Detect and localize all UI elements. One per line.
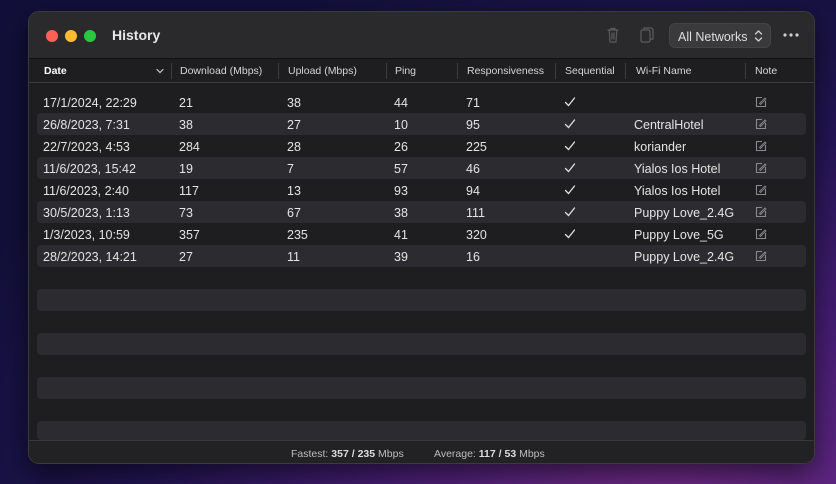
cell-ping: 38 <box>394 206 408 220</box>
cell-date: 17/1/2024, 22:29 <box>43 96 137 110</box>
checkmark-icon <box>564 229 576 239</box>
cell-date: 26/8/2023, 7:31 <box>43 118 130 132</box>
cell-wifi: CentralHotel <box>634 118 704 132</box>
cell-ping: 10 <box>394 118 408 132</box>
empty-row <box>37 289 806 311</box>
window-title: History <box>112 27 161 43</box>
network-filter-value: All Networks <box>678 30 748 44</box>
table-row[interactable]: 1/3/2023, 10:59 357 235 41 320 Puppy Love_5G <box>37 223 806 245</box>
empty-row <box>37 421 806 440</box>
cell-ping: 57 <box>394 162 408 176</box>
average-stat: Average: 117 / 53 Mbps <box>434 448 545 460</box>
column-header-ping[interactable]: Ping <box>395 65 416 81</box>
cell-download: 21 <box>179 96 193 110</box>
fastest-stat: Fastest: 357 / 235 Mbps <box>291 448 404 460</box>
cell-download: 73 <box>179 206 193 220</box>
table-row[interactable]: 17/1/2024, 22:29 21 38 44 71 <box>37 91 806 113</box>
cell-upload: 13 <box>287 184 301 198</box>
cell-upload: 27 <box>287 118 301 132</box>
cell-download: 19 <box>179 162 193 176</box>
column-header-sequential[interactable]: Sequential <box>565 65 615 81</box>
note-edit-icon[interactable] <box>755 118 767 130</box>
cell-download: 357 <box>179 228 200 242</box>
cell-upload: 235 <box>287 228 308 242</box>
more-icon[interactable] <box>782 28 800 42</box>
column-header-date[interactable]: Date <box>44 65 67 81</box>
table-row[interactable]: 22/7/2023, 4:53 284 28 26 225 koriander <box>37 135 806 157</box>
table-row[interactable]: 30/5/2023, 1:13 73 67 38 111 Puppy Love_2.4G <box>37 201 806 223</box>
checkmark-icon <box>564 141 576 151</box>
note-edit-icon[interactable] <box>755 184 767 196</box>
cell-ping: 41 <box>394 228 408 242</box>
cell-date: 28/2/2023, 14:21 <box>43 250 137 264</box>
cell-ping: 39 <box>394 250 408 264</box>
empty-row <box>37 333 806 355</box>
cell-upload: 7 <box>287 162 294 176</box>
table-row[interactable]: 26/8/2023, 7:31 38 27 10 95 CentralHotel <box>37 113 806 135</box>
empty-row <box>37 377 806 399</box>
history-window: History All Networks Date Download (Mbps… <box>28 11 815 464</box>
checkmark-icon <box>564 185 576 195</box>
cell-responsiveness: 95 <box>466 118 480 132</box>
titlebar: History All Networks <box>29 12 814 59</box>
copy-icon[interactable] <box>636 24 658 46</box>
cell-responsiveness: 16 <box>466 250 480 264</box>
sort-chevron-icon[interactable] <box>156 68 164 74</box>
column-header-download[interactable]: Download (Mbps) <box>180 65 262 81</box>
network-filter-select[interactable]: All Networks <box>669 23 771 48</box>
close-window-button[interactable] <box>46 30 58 42</box>
updown-chevron-icon <box>754 30 763 42</box>
cell-download: 284 <box>179 140 200 154</box>
cell-responsiveness: 94 <box>466 184 480 198</box>
note-edit-icon[interactable] <box>755 140 767 152</box>
trash-icon[interactable] <box>602 24 624 46</box>
cell-download: 27 <box>179 250 193 264</box>
table-row[interactable]: 11/6/2023, 2:40 117 13 93 94 Yialos Ios Hotel <box>37 179 806 201</box>
cell-date: 11/6/2023, 15:42 <box>43 162 136 176</box>
cell-wifi: Yialos Ios Hotel <box>634 184 721 198</box>
cell-upload: 67 <box>287 206 301 220</box>
cell-date: 22/7/2023, 4:53 <box>43 140 130 154</box>
cell-wifi: Puppy Love_2.4G <box>634 250 735 264</box>
cell-wifi: Puppy Love_2.4G <box>634 206 735 220</box>
column-header-upload[interactable]: Upload (Mbps) <box>288 65 357 81</box>
column-header-note[interactable]: Note <box>755 65 777 81</box>
table-header: Date Download (Mbps) Upload (Mbps) Ping … <box>29 59 814 83</box>
cell-upload: 11 <box>287 250 300 264</box>
note-edit-icon[interactable] <box>755 228 767 240</box>
note-edit-icon[interactable] <box>755 96 767 108</box>
checkmark-icon <box>564 207 576 217</box>
zoom-window-button[interactable] <box>84 30 96 42</box>
column-header-wifi-name[interactable]: Wi-Fi Name <box>636 65 691 81</box>
note-edit-icon[interactable] <box>755 250 767 262</box>
cell-ping: 44 <box>394 96 408 110</box>
status-bar: Fastest: 357 / 235 Mbps Average: 117 / 5… <box>29 440 814 463</box>
cell-date: 1/3/2023, 10:59 <box>43 228 130 242</box>
cell-wifi: Yialos Ios Hotel <box>634 162 721 176</box>
cell-responsiveness: 225 <box>466 140 487 154</box>
cell-download: 117 <box>179 184 199 198</box>
cell-responsiveness: 320 <box>466 228 487 242</box>
cell-ping: 93 <box>394 184 408 198</box>
column-header-responsiveness[interactable]: Responsiveness <box>467 65 544 81</box>
cell-download: 38 <box>179 118 193 132</box>
cell-date: 11/6/2023, 2:40 <box>43 184 129 198</box>
checkmark-icon <box>564 119 576 129</box>
checkmark-icon <box>564 97 576 107</box>
table-row[interactable]: 28/2/2023, 14:21 27 11 39 16 Puppy Love_2.4G <box>37 245 806 267</box>
cell-ping: 26 <box>394 140 408 154</box>
cell-responsiveness: 71 <box>466 96 480 110</box>
cell-responsiveness: 111 <box>466 206 486 220</box>
cell-upload: 28 <box>287 140 301 154</box>
cell-responsiveness: 46 <box>466 162 480 176</box>
cell-date: 30/5/2023, 1:13 <box>43 206 130 220</box>
cell-wifi: Puppy Love_5G <box>634 228 724 242</box>
note-edit-icon[interactable] <box>755 162 767 174</box>
table-row[interactable]: 11/6/2023, 15:42 19 7 57 46 Yialos Ios Hotel <box>37 157 806 179</box>
minimize-window-button[interactable] <box>65 30 77 42</box>
checkmark-icon <box>564 163 576 173</box>
cell-upload: 38 <box>287 96 301 110</box>
note-edit-icon[interactable] <box>755 206 767 218</box>
cell-wifi: koriander <box>634 140 687 154</box>
